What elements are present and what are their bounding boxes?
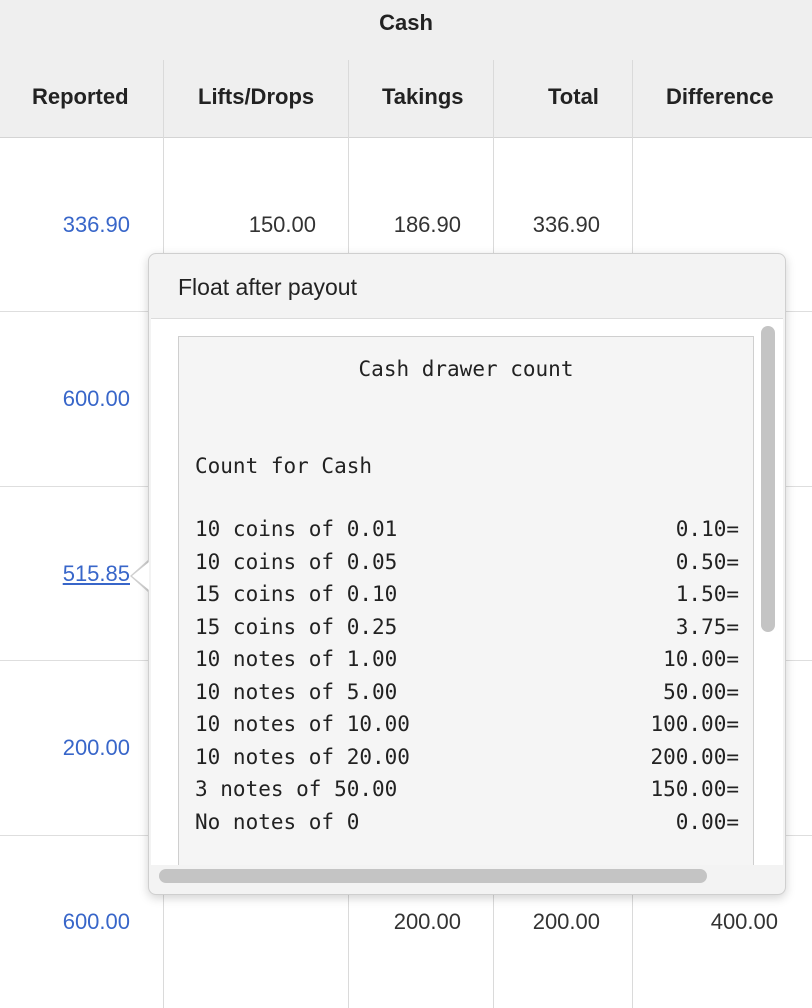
reported-link[interactable]: 515.85: [63, 561, 130, 587]
denomination-label: 10 notes of 1.00: [195, 647, 397, 671]
receipt-line: No notes of 0 0.00=: [195, 810, 739, 842]
denomination-amount: 0.50=: [676, 550, 739, 574]
denomination-amount: 0.00=: [676, 810, 739, 834]
receipt-line: 15 coins of 0.25 3.75=: [195, 615, 739, 647]
denomination-amount: 50.00=: [663, 680, 739, 704]
denomination-amount: 0.10=: [676, 517, 739, 541]
receipt-line: 10 notes of 5.00 50.00=: [195, 680, 739, 712]
horizontal-scrollbar[interactable]: [159, 869, 707, 883]
denomination-amount: 3.75=: [676, 615, 739, 639]
denomination-label: 10 coins of 0.05: [195, 550, 397, 574]
denomination-amount: 10.00=: [663, 647, 739, 671]
difference-value: 400.00: [711, 909, 778, 935]
float-popover: Float after payout Cash drawer count Cou…: [148, 253, 786, 895]
group-title-cash: Cash: [0, 10, 812, 36]
denomination-label: 10 coins of 0.01: [195, 517, 397, 541]
total-value: 200.00: [533, 909, 600, 935]
column-header-total[interactable]: Total: [548, 84, 599, 110]
popover-scroll-area[interactable]: Cash drawer count Count for Cash 10 coin…: [151, 318, 783, 865]
vertical-scrollbar[interactable]: [761, 326, 775, 632]
reported-link[interactable]: 600.00: [63, 386, 130, 412]
receipt-line: 10 notes of 1.00 10.00=: [195, 647, 739, 679]
denomination-amount: 200.00=: [650, 745, 739, 769]
denomination-amount: 150.00=: [650, 777, 739, 801]
receipt-count-label: Count for Cash: [195, 454, 372, 478]
table-header: Cash Reported Lifts/Drops Takings Total …: [0, 0, 812, 138]
denomination-amount: 100.00=: [650, 712, 739, 736]
column-header-difference[interactable]: Difference: [666, 84, 774, 110]
cash-drawer-receipt: Cash drawer count Count for Cash 10 coin…: [178, 336, 754, 865]
denomination-label: 15 coins of 0.10: [195, 582, 397, 606]
popover-title: Float after payout: [178, 274, 357, 301]
denomination-label: 10 notes of 20.00: [195, 745, 410, 769]
popover-arrow-fill: [132, 562, 149, 590]
denomination-label: 10 notes of 5.00: [195, 680, 397, 704]
lifts-drops-value: 150.00: [249, 212, 316, 238]
denomination-label: No notes of 0: [195, 810, 359, 834]
receipt-line: 15 coins of 0.10 1.50=: [195, 582, 739, 614]
receipt-line: 10 notes of 10.00 100.00=: [195, 712, 739, 744]
column-header-takings[interactable]: Takings: [382, 84, 464, 110]
receipt-line: 3 notes of 50.00 150.00=: [195, 777, 739, 809]
receipt-line: 10 notes of 20.00 200.00=: [195, 745, 739, 777]
denomination-label: 15 coins of 0.25: [195, 615, 397, 639]
reported-link[interactable]: 600.00: [63, 909, 130, 935]
takings-value: 200.00: [394, 909, 461, 935]
reported-link[interactable]: 200.00: [63, 735, 130, 761]
column-header-reported[interactable]: Reported: [32, 84, 129, 110]
takings-value: 186.90: [394, 212, 461, 238]
column-header-lifts-drops[interactable]: Lifts/Drops: [198, 84, 314, 110]
denomination-amount: 1.50=: [676, 582, 739, 606]
denomination-label: 10 notes of 10.00: [195, 712, 410, 736]
receipt-title: Cash drawer count: [179, 357, 753, 381]
denomination-label: 3 notes of 50.00: [195, 777, 397, 801]
receipt-line: 10 coins of 0.01 0.10=: [195, 517, 739, 549]
reported-link[interactable]: 336.90: [63, 212, 130, 238]
total-value: 336.90: [533, 212, 600, 238]
receipt-line: 10 coins of 0.05 0.50=: [195, 550, 739, 582]
